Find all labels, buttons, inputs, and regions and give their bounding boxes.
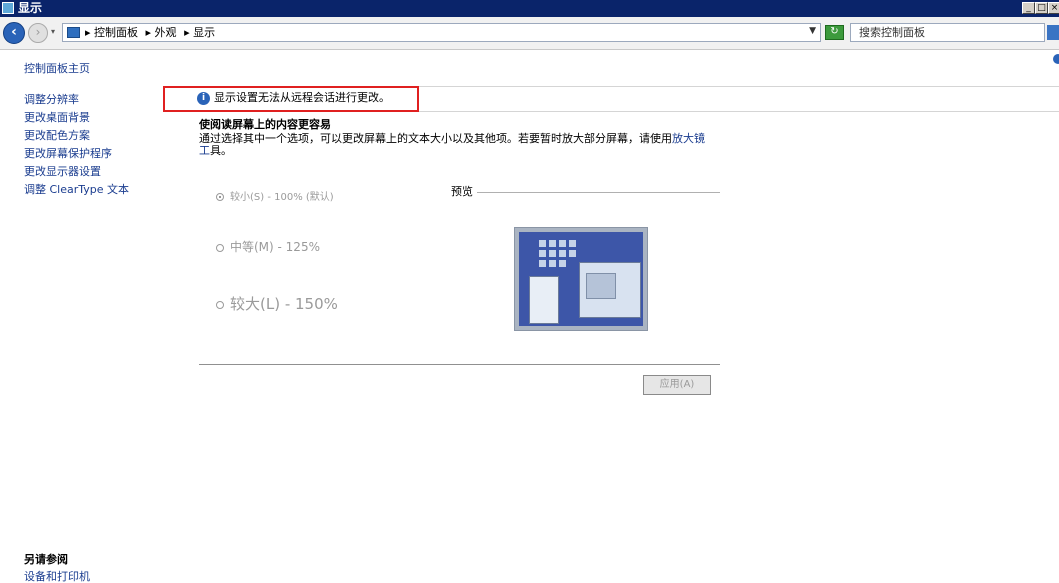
preview-window-list [529,276,559,324]
back-button[interactable]: ‹ [3,22,25,44]
preview-label: 预览 [451,185,473,198]
description-text: 通过选择其中一个选项，可以更改屏幕上的文本大小以及其他项。若要暂时放大部分屏幕，… [199,132,672,145]
preview-tile [549,260,556,267]
sidebar-item-change-color-scheme[interactable]: 更改配色方案 [24,129,90,143]
sidebar-item-control-panel-home[interactable]: 控制面板主页 [24,62,90,76]
breadcrumb: ▸ 控制面板 ▸ 外观 ▸ 显示 [85,26,219,40]
info-message: 显示设置无法从远程会话进行更改。 [214,91,390,104]
preview-tile [549,240,556,247]
navigation-bar: ‹ › ▾ ▸ 控制面板 ▸ 外观 ▸ 显示 ▼ ↻ 搜索控制面板 [0,17,1059,50]
search-icon[interactable] [1047,25,1059,40]
forward-button[interactable]: › [28,23,48,43]
search-input[interactable]: 搜索控制面板 [850,23,1045,42]
preview-tile [549,250,556,257]
breadcrumb-display[interactable]: ▸ 显示 [184,26,215,39]
preview-tile [559,240,566,247]
radio-large[interactable] [216,300,224,309]
option-medium-label: 中等(M) - 125% [230,240,320,254]
control-panel-icon [67,27,80,38]
description: 通过选择其中一个选项，可以更改屏幕上的文本大小以及其他项。若要暂时放大部分屏幕，… [199,133,711,157]
info-icon: i [197,92,210,105]
breadcrumb-control-panel[interactable]: ▸ 控制面板 [85,26,138,39]
radio-small[interactable] [216,193,224,201]
preview-tile [559,250,566,257]
option-small[interactable]: 较小(S) - 100% (默认) [216,188,334,203]
maximize-button[interactable]: □ [1035,2,1048,14]
preview-tile [539,250,546,257]
preview-window-pane [586,273,616,299]
preview-tile [569,240,576,247]
page-title: 使阅读屏幕上的内容更容易 [199,118,331,131]
title-bar: 显示 _ □ × [0,0,1059,17]
preview-tile [559,260,566,267]
option-large[interactable]: 较大(L) - 150% [216,293,338,314]
recent-pages-dropdown-icon[interactable]: ▾ [51,27,55,36]
sidebar-item-change-display-settings[interactable]: 更改显示器设置 [24,165,101,179]
option-large-label: 较大(L) - 150% [230,295,338,313]
sidebar-item-adjust-cleartype[interactable]: 调整 ClearType 文本 [24,183,129,197]
sidebar-item-change-desktop-background[interactable]: 更改桌面背景 [24,111,90,125]
radio-medium[interactable] [216,243,224,252]
content-divider [199,364,720,365]
breadcrumb-appearance[interactable]: ▸ 外观 [146,26,177,39]
see-also-title: 另请参阅 [24,553,68,566]
preview-image [514,227,648,331]
address-field[interactable]: ▸ 控制面板 ▸ 外观 ▸ 显示 ▼ [62,23,821,42]
option-medium[interactable]: 中等(M) - 125% [216,238,320,255]
help-icon[interactable] [1053,54,1059,64]
preview-window-main [579,262,641,318]
preview-tile [539,260,546,267]
see-also-devices-printers[interactable]: 设备和打印机 [24,570,90,583]
address-history-dropdown-icon[interactable]: ▼ [809,26,816,36]
preview-tile [539,240,546,247]
preview-divider [477,192,720,193]
minimize-button[interactable]: _ [1022,2,1035,14]
option-small-label: 较小(S) - 100% (默认) [230,192,334,203]
sidebar-item-change-screensaver[interactable]: 更改屏幕保护程序 [24,147,112,161]
sidebar-item-adjust-resolution[interactable]: 调整分辨率 [24,93,79,107]
window-title: 显示 [18,1,43,15]
description-text-end: 具。 [210,144,232,157]
refresh-icon[interactable]: ↻ [825,25,844,40]
display-app-icon [2,2,14,14]
preview-tile [569,250,576,257]
preview-screen [519,232,643,326]
close-button[interactable]: × [1048,2,1059,14]
apply-button[interactable]: 应用(A) [643,375,711,395]
